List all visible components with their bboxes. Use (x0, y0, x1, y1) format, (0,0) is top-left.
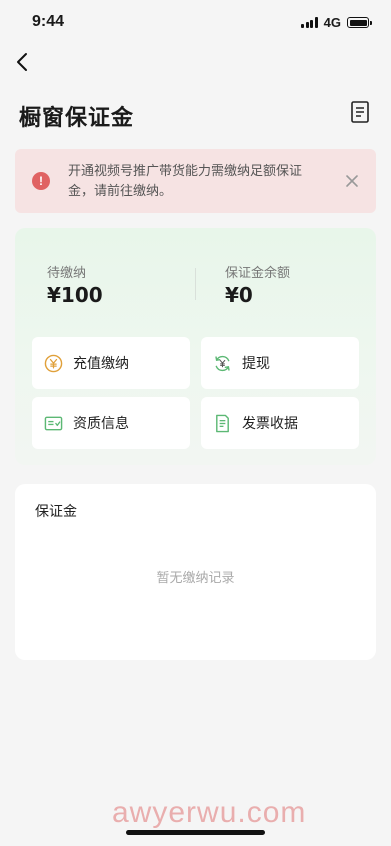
close-icon[interactable] (345, 174, 359, 188)
status-time: 9:44 (32, 13, 65, 30)
status-indicators: 4G (301, 15, 372, 30)
recharge-button[interactable]: 充值缴纳 (32, 337, 190, 389)
home-indicator (126, 830, 265, 835)
records-title: 保证金 (35, 504, 77, 520)
alert-banner: ! 开通视频号推广带货能力需缴纳足额保证金，请前往缴纳。 (15, 149, 376, 213)
pending-amount: ¥100 (47, 283, 103, 307)
page-title: 橱窗保证金 (19, 106, 135, 131)
yuan-refresh-icon (215, 355, 230, 372)
invoice-label: 发票收据 (242, 416, 298, 432)
qualification-button[interactable]: 资质信息 (32, 397, 190, 449)
withdraw-label: 提现 (242, 356, 270, 372)
status-bar: 9:44 4G (0, 0, 391, 46)
receipt-icon (216, 414, 229, 433)
exclamation-icon: ! (32, 172, 50, 190)
watermark: awyerwu.com (112, 796, 307, 829)
signal-icon (301, 17, 318, 28)
withdraw-button[interactable]: 提现 (201, 337, 359, 389)
empty-state-text: 暂无缴纳记录 (156, 571, 235, 586)
back-arrow-icon[interactable] (12, 50, 36, 74)
document-icon[interactable] (351, 101, 369, 123)
balance-label: 保证金余额 (225, 266, 291, 281)
deposit-panel: 待缴纳 ¥100 保证金余额 ¥0 充值缴纳 提现 资质信息 发票收据 (15, 228, 376, 465)
balance-amount: ¥0 (225, 283, 253, 307)
pending-label: 待缴纳 (47, 266, 87, 281)
alert-message: 开通视频号推广带货能力需缴纳足额保证金，请前往缴纳。 (68, 164, 303, 199)
qualification-label: 资质信息 (73, 416, 129, 432)
id-card-icon (44, 416, 63, 431)
recharge-label: 充值缴纳 (73, 356, 129, 372)
balance-divider (195, 268, 196, 300)
deposit-records-card: 保证金 暂无缴纳记录 (15, 484, 376, 660)
invoice-button[interactable]: 发票收据 (201, 397, 359, 449)
yuan-coin-icon (44, 354, 63, 373)
network-label: 4G (323, 15, 341, 30)
battery-icon (347, 17, 372, 28)
